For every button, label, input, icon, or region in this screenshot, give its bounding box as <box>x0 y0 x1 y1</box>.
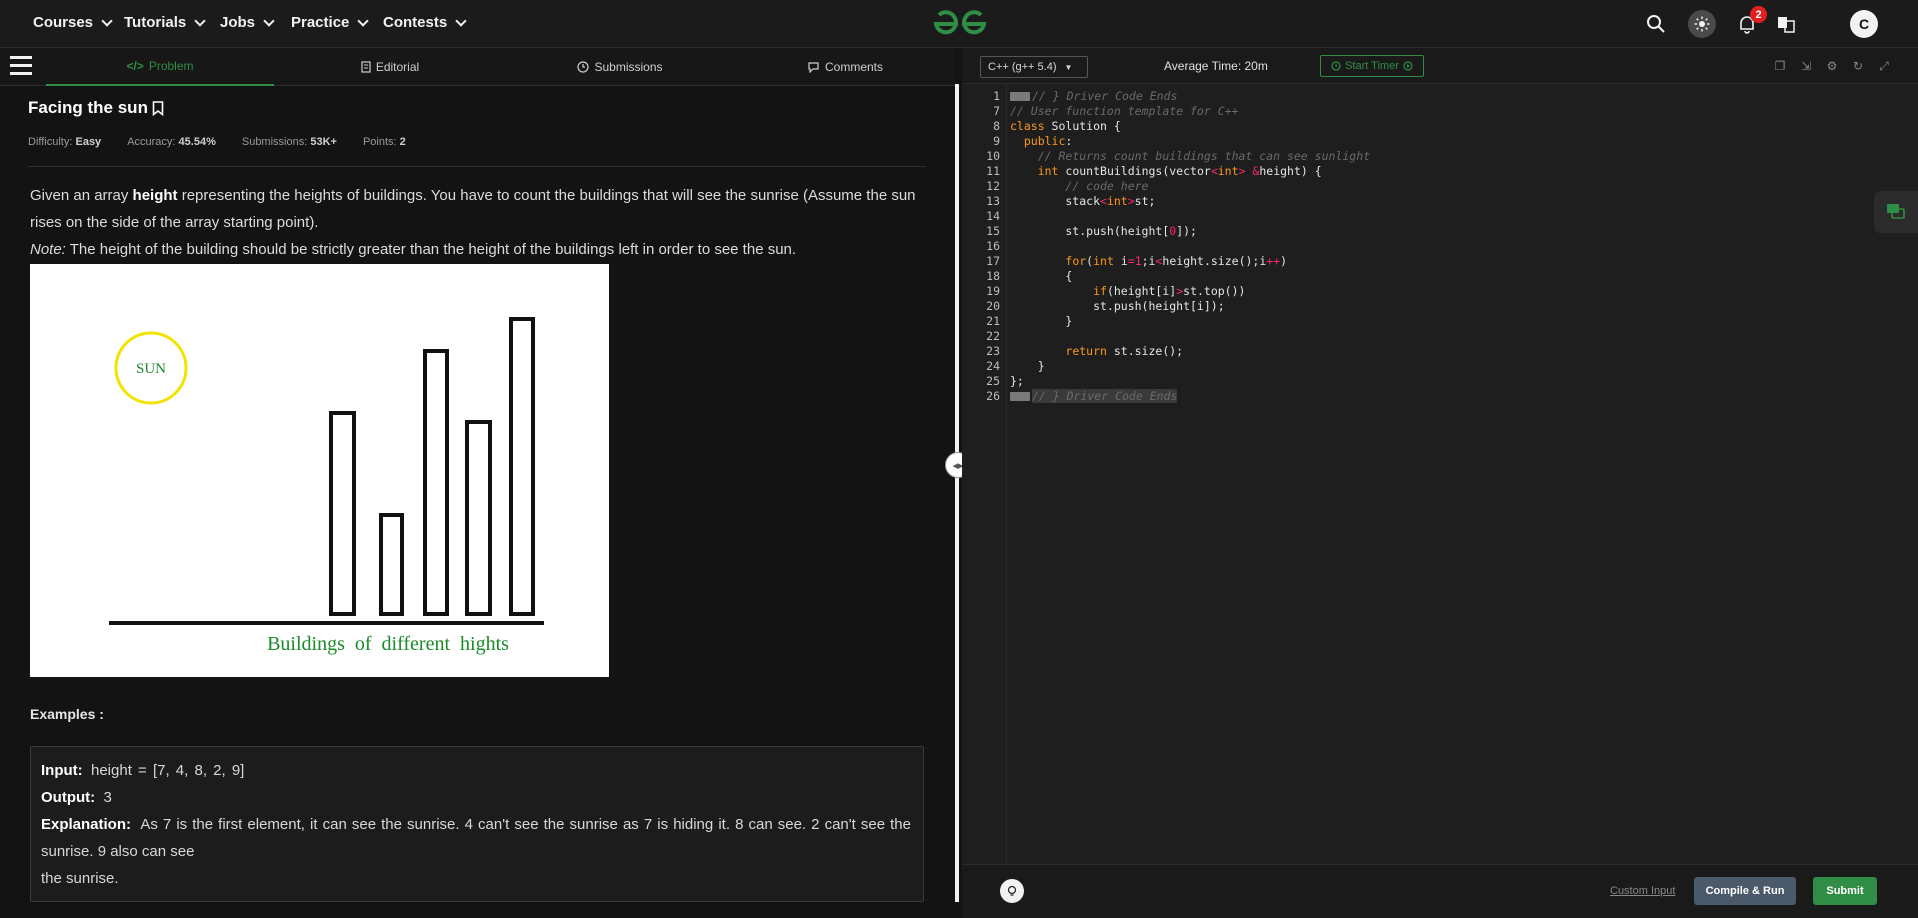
fold-marker[interactable] <box>1010 392 1030 401</box>
figure-caption: Buildings of different hights <box>267 633 509 655</box>
clock-icon <box>1331 61 1341 71</box>
editor-bottom-bar: Custom Input Compile & Run Submit <box>962 864 1918 918</box>
language-select[interactable]: C++ (g++ 5.4) ▼ <box>980 56 1088 78</box>
problem-description: Given an array height representing the h… <box>30 187 916 258</box>
code-editor[interactable]: // } Driver Code Ends // User function t… <box>1010 84 1918 864</box>
accuracy: Accuracy: 45.54% <box>127 136 216 148</box>
fullscreen-icon[interactable]: ⤢ <box>1876 58 1892 74</box>
tab-comments[interactable]: Comments <box>745 48 945 86</box>
bell-icon[interactable]: 2 <box>1733 6 1767 38</box>
line-number-gutter: 1 7 8 9 10 11 12 13 14 15 16 17 18 19 20… <box>962 84 1007 864</box>
page-title: Facing the sun <box>28 98 148 117</box>
submissions-count: Submissions: 53K+ <box>241 136 337 148</box>
building-bar <box>423 349 449 616</box>
tab-problem[interactable]: </> Problem <box>46 48 274 86</box>
play-icon <box>1403 61 1413 71</box>
caret-down-icon: ▼ <box>1064 62 1073 72</box>
chevron-down-icon <box>194 14 206 27</box>
tab-submissions[interactable]: Submissions <box>520 48 720 86</box>
avatar[interactable]: C <box>1850 10 1878 38</box>
sun-label: SUN <box>136 361 166 377</box>
example-output: 3 <box>103 789 112 806</box>
chevron-down-icon <box>263 14 275 27</box>
theme-toggle-icon[interactable] <box>1688 10 1716 38</box>
problem-content: Facing the sun Difficulty: Easy Accuracy… <box>0 86 955 918</box>
custom-input-link[interactable]: Custom Input <box>1610 885 1675 897</box>
nav-tutorials[interactable]: Tutorials <box>124 14 206 31</box>
document-icon <box>361 61 371 73</box>
copy-icon[interactable]: ❐ <box>1772 58 1788 74</box>
building-bar <box>465 420 492 616</box>
hamburger-icon[interactable] <box>10 56 32 76</box>
divider <box>28 166 926 167</box>
problem-tabs: </> Problem Editorial Submissions Commen… <box>0 48 955 86</box>
examples-heading: Examples : <box>30 706 104 722</box>
bookmark-icon[interactable] <box>152 100 164 116</box>
example-input: height = [7, 4, 8, 2, 9] <box>91 762 245 779</box>
chevron-down-icon <box>357 14 370 27</box>
lightbulb-icon[interactable] <box>1000 879 1024 903</box>
editor-toolbar: C++ (g++ 5.4) ▼ Average Time: 20m Start … <box>962 48 1918 84</box>
import-icon[interactable]: ⇲ <box>1798 58 1814 74</box>
nav-jobs[interactable]: Jobs <box>220 14 275 31</box>
building-bar <box>379 513 404 616</box>
translate-icon[interactable] <box>1772 10 1800 38</box>
chevron-down-icon <box>101 14 113 27</box>
compile-run-button[interactable]: Compile & Run <box>1694 877 1796 905</box>
example-explanation: As 7 is the first element, it can see th… <box>41 816 911 860</box>
code-icon: </> <box>126 59 144 73</box>
example-box: Input: height = [7, 4, 8, 2, 9] Output: … <box>30 746 924 902</box>
nav-courses[interactable]: Courses <box>33 14 113 31</box>
note-label: Note: <box>30 241 66 258</box>
building-bar <box>509 317 535 616</box>
submit-button[interactable]: Submit <box>1813 877 1877 905</box>
problem-pane: </> Problem Editorial Submissions Commen… <box>0 48 955 918</box>
difficulty: Difficulty: Easy <box>28 136 102 148</box>
settings-icon[interactable]: ⚙ <box>1824 58 1840 74</box>
notification-badge: 2 <box>1750 6 1767 23</box>
top-navbar: Courses Tutorials Jobs Practice Contests… <box>0 0 1918 48</box>
chevron-down-icon <box>455 14 467 27</box>
nav-practice[interactable]: Practice <box>291 14 370 31</box>
points: Points: 2 <box>362 136 406 148</box>
comment-icon <box>808 62 819 73</box>
reset-icon[interactable]: ↻ <box>1850 58 1866 74</box>
pane-splitter[interactable] <box>955 84 959 902</box>
fold-marker[interactable] <box>1010 92 1030 101</box>
gfg-logo[interactable] <box>930 6 990 42</box>
clock-icon <box>577 61 590 73</box>
average-time: Average Time: 20m <box>1164 59 1268 73</box>
search-icon[interactable] <box>1642 10 1670 38</box>
nav-contests[interactable]: Contests <box>383 14 467 31</box>
editor-pane: C++ (g++ 5.4) ▼ Average Time: 20m Start … <box>962 48 1918 918</box>
problem-title-row: Facing the sun <box>28 98 164 118</box>
chat-icon[interactable] <box>1874 191 1918 233</box>
start-timer-button[interactable]: Start Timer <box>1320 55 1424 77</box>
example-explanation-end: the sunrise. <box>41 870 119 887</box>
problem-figure: SUN Buildings of different hights <box>30 264 609 677</box>
building-bar <box>329 411 356 616</box>
tab-editorial[interactable]: Editorial <box>290 48 490 86</box>
problem-meta: Difficulty: Easy Accuracy: 45.54% Submis… <box>28 136 406 148</box>
